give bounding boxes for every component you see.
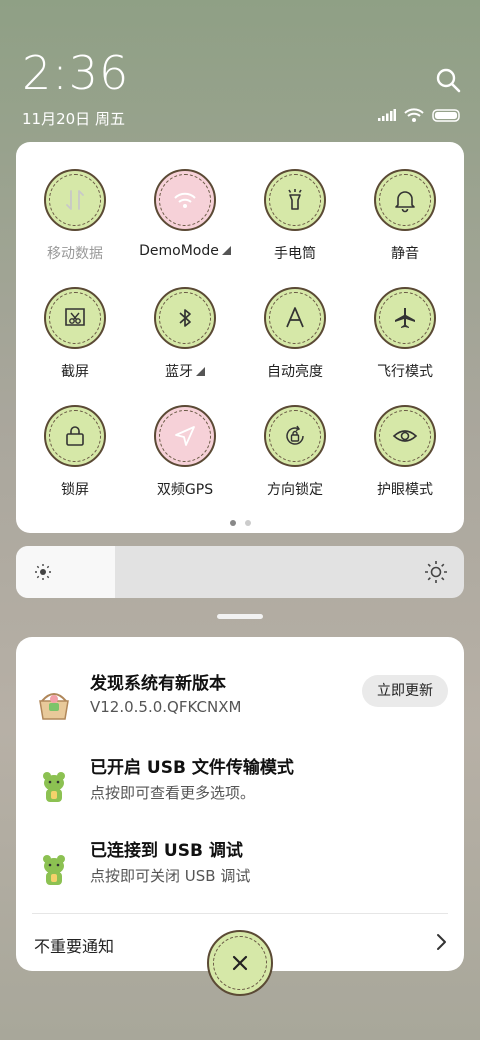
notification-title: 已连接到 USB 调试 xyxy=(90,841,243,861)
battery-icon xyxy=(432,108,460,122)
mobile-data-icon xyxy=(66,190,84,210)
tile-airplane[interactable]: 飞行模式 xyxy=(350,287,460,381)
expand-triangle-icon xyxy=(221,246,231,255)
tile-dual-gps[interactable]: 双频GPS xyxy=(130,405,240,499)
tile-label: 静音 xyxy=(391,246,419,262)
page-dot-active[interactable] xyxy=(229,520,236,526)
tile-eye-care[interactable]: 护眼模式 xyxy=(350,405,460,499)
page-indicator xyxy=(16,520,464,526)
lock-icon xyxy=(66,426,84,446)
chevron-right-icon[interactable] xyxy=(434,933,448,951)
notification-title: 已开启 USB 文件传输模式 xyxy=(90,758,294,778)
screenshot-icon xyxy=(65,308,85,326)
tile-label: 蓝牙 xyxy=(165,364,193,380)
minor-notifications-label[interactable]: 不重要通知 xyxy=(34,933,114,957)
tile-label: 自动亮度 xyxy=(267,364,323,380)
expand-triangle-icon xyxy=(196,367,205,376)
tile-rotation-lock[interactable]: 方向锁定 xyxy=(240,405,350,499)
android-bear-icon xyxy=(43,855,65,885)
tile-mobile-data[interactable]: 移动数据 xyxy=(20,169,130,263)
tile-lock-screen[interactable]: 锁屏 xyxy=(20,405,130,499)
quick-settings-panel: 移动数据 DemoMode 手电筒 静音 截屏 蓝牙 自动亮度 飞行模式 锁屏 … xyxy=(16,142,464,533)
brightness-low-icon xyxy=(35,564,51,580)
tile-label: 移动数据 xyxy=(47,246,103,262)
tile-label: 双频GPS xyxy=(156,482,214,498)
tile-bluetooth[interactable]: 蓝牙 xyxy=(130,287,240,381)
brightness-fill xyxy=(16,546,115,598)
tile-label: DemoMode xyxy=(139,243,219,259)
tile-auto-brightness[interactable]: 自动亮度 xyxy=(240,287,350,381)
wifi-icon xyxy=(174,192,196,208)
wifi-status-icon xyxy=(404,108,424,122)
rotation-lock-icon xyxy=(286,425,304,445)
android-bear-icon xyxy=(43,772,65,802)
brightness-slider[interactable] xyxy=(16,546,464,598)
tile-silent[interactable]: 静音 xyxy=(350,169,460,263)
update-now-button[interactable]: 立即更新 xyxy=(362,675,448,707)
notification-usb-file-transfer[interactable]: 已开启 USB 文件传输模式 点按即可查看更多选项。 xyxy=(16,751,464,821)
date: 11月20日 周五 xyxy=(22,110,125,128)
update-basket-icon xyxy=(39,693,69,720)
clear-all-button[interactable] xyxy=(207,930,273,996)
tile-label: 护眼模式 xyxy=(377,482,433,498)
search-icon[interactable] xyxy=(434,66,462,94)
notification-body: V12.0.5.0.QFKCNXM xyxy=(90,698,242,716)
page-dot[interactable] xyxy=(244,520,251,526)
eye-icon xyxy=(392,430,418,442)
airplane-icon xyxy=(395,308,415,328)
tile-label: 手电筒 xyxy=(274,246,316,262)
gps-icon xyxy=(175,426,195,446)
notification-body: 点按即可关闭 USB 调试 xyxy=(90,867,251,885)
tile-screenshot[interactable]: 截屏 xyxy=(20,287,130,381)
notification-body: 点按即可查看更多选项。 xyxy=(90,784,256,802)
bell-icon xyxy=(395,191,415,213)
tile-demomode[interactable]: DemoMode xyxy=(130,169,240,259)
close-icon xyxy=(232,955,248,971)
tile-label: 方向锁定 xyxy=(267,482,323,498)
signal-icon xyxy=(378,109,396,121)
tile-flashlight[interactable]: 手电筒 xyxy=(240,169,350,263)
divider xyxy=(32,913,448,914)
tile-label: 飞行模式 xyxy=(377,364,433,380)
clock: 2:36 xyxy=(22,46,130,100)
bluetooth-icon xyxy=(179,309,191,327)
notification-usb-debugging[interactable]: 已连接到 USB 调试 点按即可关闭 USB 调试 xyxy=(16,834,464,904)
status-icons xyxy=(378,108,462,122)
tile-label: 截屏 xyxy=(61,364,89,380)
notification-system-update[interactable]: 发现系统有新版本 V12.0.5.0.QFKCNXM 立即更新 xyxy=(16,667,464,737)
notification-panel: 发现系统有新版本 V12.0.5.0.QFKCNXM 立即更新 已开启 USB … xyxy=(16,637,464,971)
brightness-high-icon xyxy=(425,561,447,583)
notification-title: 发现系统有新版本 xyxy=(90,674,226,694)
tile-label: 锁屏 xyxy=(61,482,89,498)
auto-brightness-icon xyxy=(286,307,304,328)
flashlight-icon xyxy=(288,189,302,210)
drag-handle[interactable] xyxy=(217,614,263,619)
